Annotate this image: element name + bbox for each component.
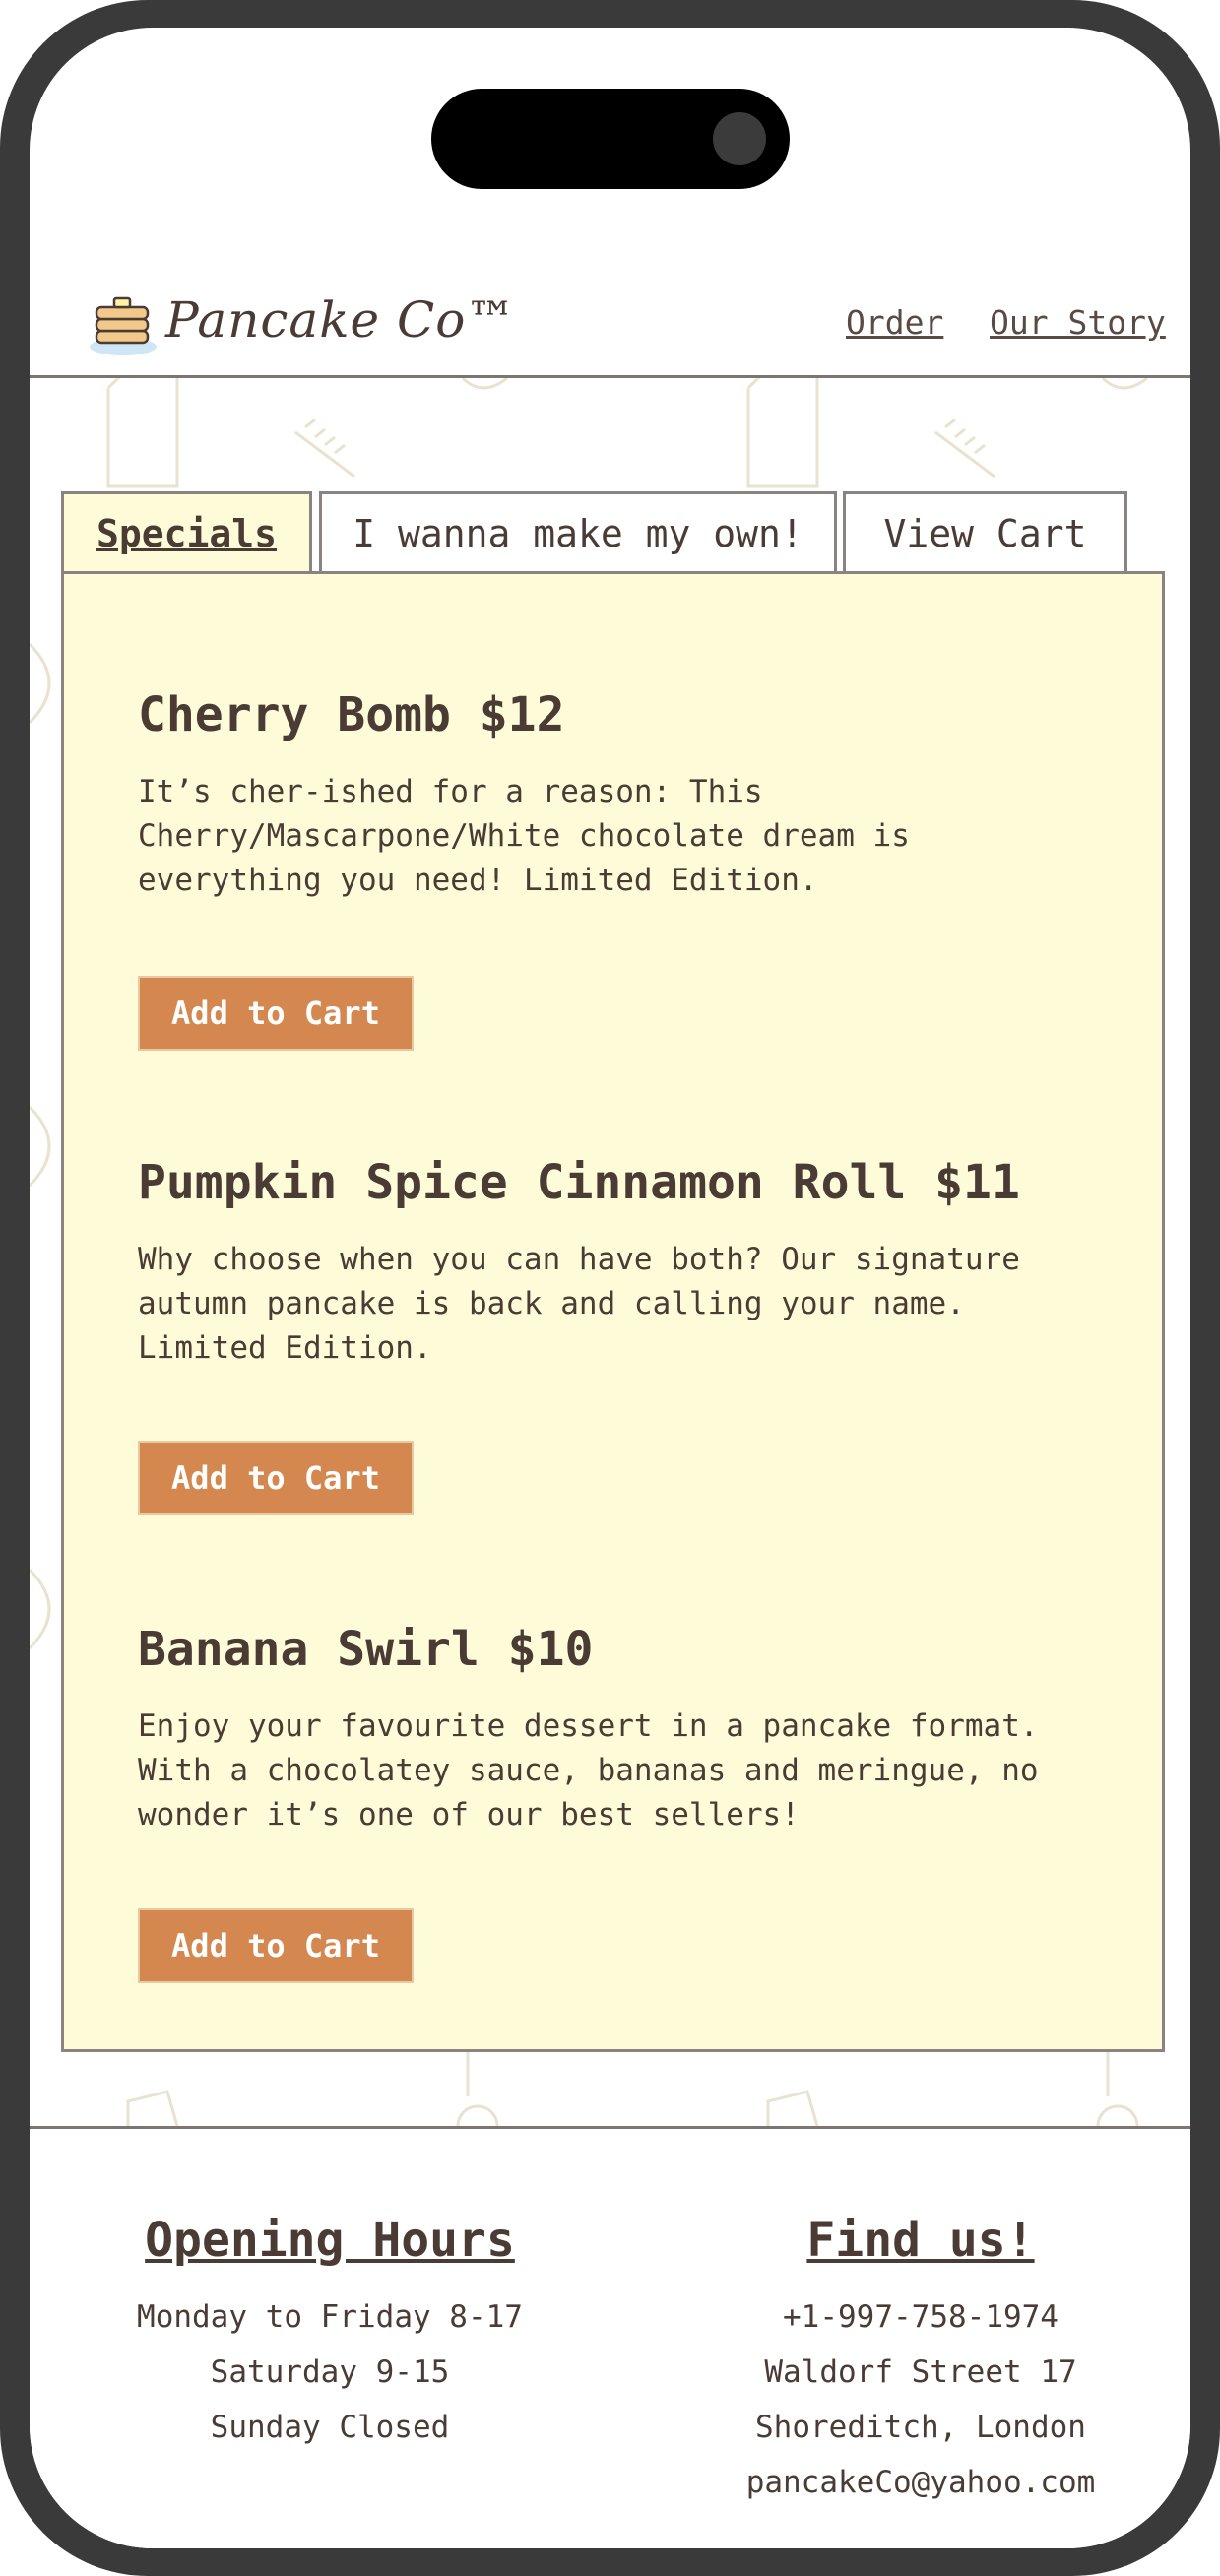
find-us: Find us! +1-997-758-1974 Waldorf Street … (709, 2213, 1132, 2510)
site-footer: Opening Hours Monday to Friday 8-17 Satu… (30, 2126, 1190, 2548)
city-address: Shoreditch, London (755, 2410, 1086, 2445)
add-to-cart-button[interactable]: Add to Cart (138, 1441, 414, 1515)
special-item: Cherry Bomb $12 It’s cher-ished for a re… (138, 687, 1103, 1051)
item-title: Pumpkin Spice Cinnamon Roll $11 (138, 1155, 1020, 1210)
brand-name[interactable]: Pancake Co™ (165, 291, 516, 349)
phone-frame: Pancake Co™ Order Our Story Specials I w… (0, 0, 1220, 2576)
site-header: Pancake Co™ Order Our Story (30, 254, 1190, 378)
specials-panel: Cherry Bomb $12 It’s cher-ished for a re… (61, 571, 1165, 2052)
nav-order-link[interactable]: Order (846, 303, 943, 342)
item-description: Why choose when you can have both? Our s… (138, 1242, 1020, 1366)
hours-line: Saturday 9-15 (210, 2354, 450, 2390)
arc-icon (30, 1568, 51, 1650)
phone-number[interactable]: +1-997-758-1974 (709, 2289, 1132, 2345)
milk-carton-icon (746, 366, 819, 488)
spoon-icon (1096, 2052, 1139, 2127)
hours-line: Monday to Friday 8-17 (137, 2299, 523, 2335)
pancake-logo-icon (90, 296, 157, 355)
special-item: Banana Swirl $10 Enjoy your favourite de… (138, 1622, 1103, 1983)
bowl-icon (461, 376, 508, 390)
spoon-icon (456, 2052, 499, 2127)
milk-carton-icon (766, 2090, 819, 2127)
opening-hours-title: Opening Hours (145, 2213, 515, 2268)
item-description: It’s cher-ished for a reason: This Cherr… (138, 774, 910, 898)
email-address[interactable]: pancakeCo@yahoo.com (709, 2455, 1132, 2510)
hours-line: Sunday Closed (210, 2410, 450, 2445)
tab-make-my-own[interactable]: I wanna make my own! (319, 491, 837, 572)
tab-specials[interactable]: Specials (61, 491, 312, 575)
special-item: Pumpkin Spice Cinnamon Roll $11 Why choo… (138, 1155, 1103, 1515)
arc-icon (30, 1105, 51, 1188)
bowl-icon (1101, 376, 1148, 390)
opening-hours: Opening Hours Monday to Friday 8-17 Satu… (118, 2213, 542, 2455)
wheat-icon (934, 418, 995, 479)
nav-our-story-link[interactable]: Our Story (990, 303, 1166, 342)
add-to-cart-button[interactable]: Add to Cart (138, 1908, 414, 1983)
item-description: Enjoy your favourite dessert in a pancak… (138, 1708, 1039, 1833)
milk-carton-icon (126, 2090, 179, 2127)
item-title: Banana Swirl $10 (138, 1622, 594, 1677)
street-address: Waldorf Street 17 (764, 2354, 1077, 2390)
add-to-cart-button[interactable]: Add to Cart (138, 976, 414, 1051)
wheat-icon (294, 418, 355, 479)
screen: Pancake Co™ Order Our Story Specials I w… (30, 28, 1190, 2548)
milk-carton-icon (106, 366, 179, 488)
arc-icon (30, 642, 51, 725)
camera-icon (713, 112, 766, 165)
tab-view-cart[interactable]: View Cart (843, 491, 1127, 572)
find-us-title: Find us! (806, 2213, 1035, 2268)
dynamic-island (431, 89, 790, 189)
item-title: Cherry Bomb $12 (138, 687, 565, 742)
